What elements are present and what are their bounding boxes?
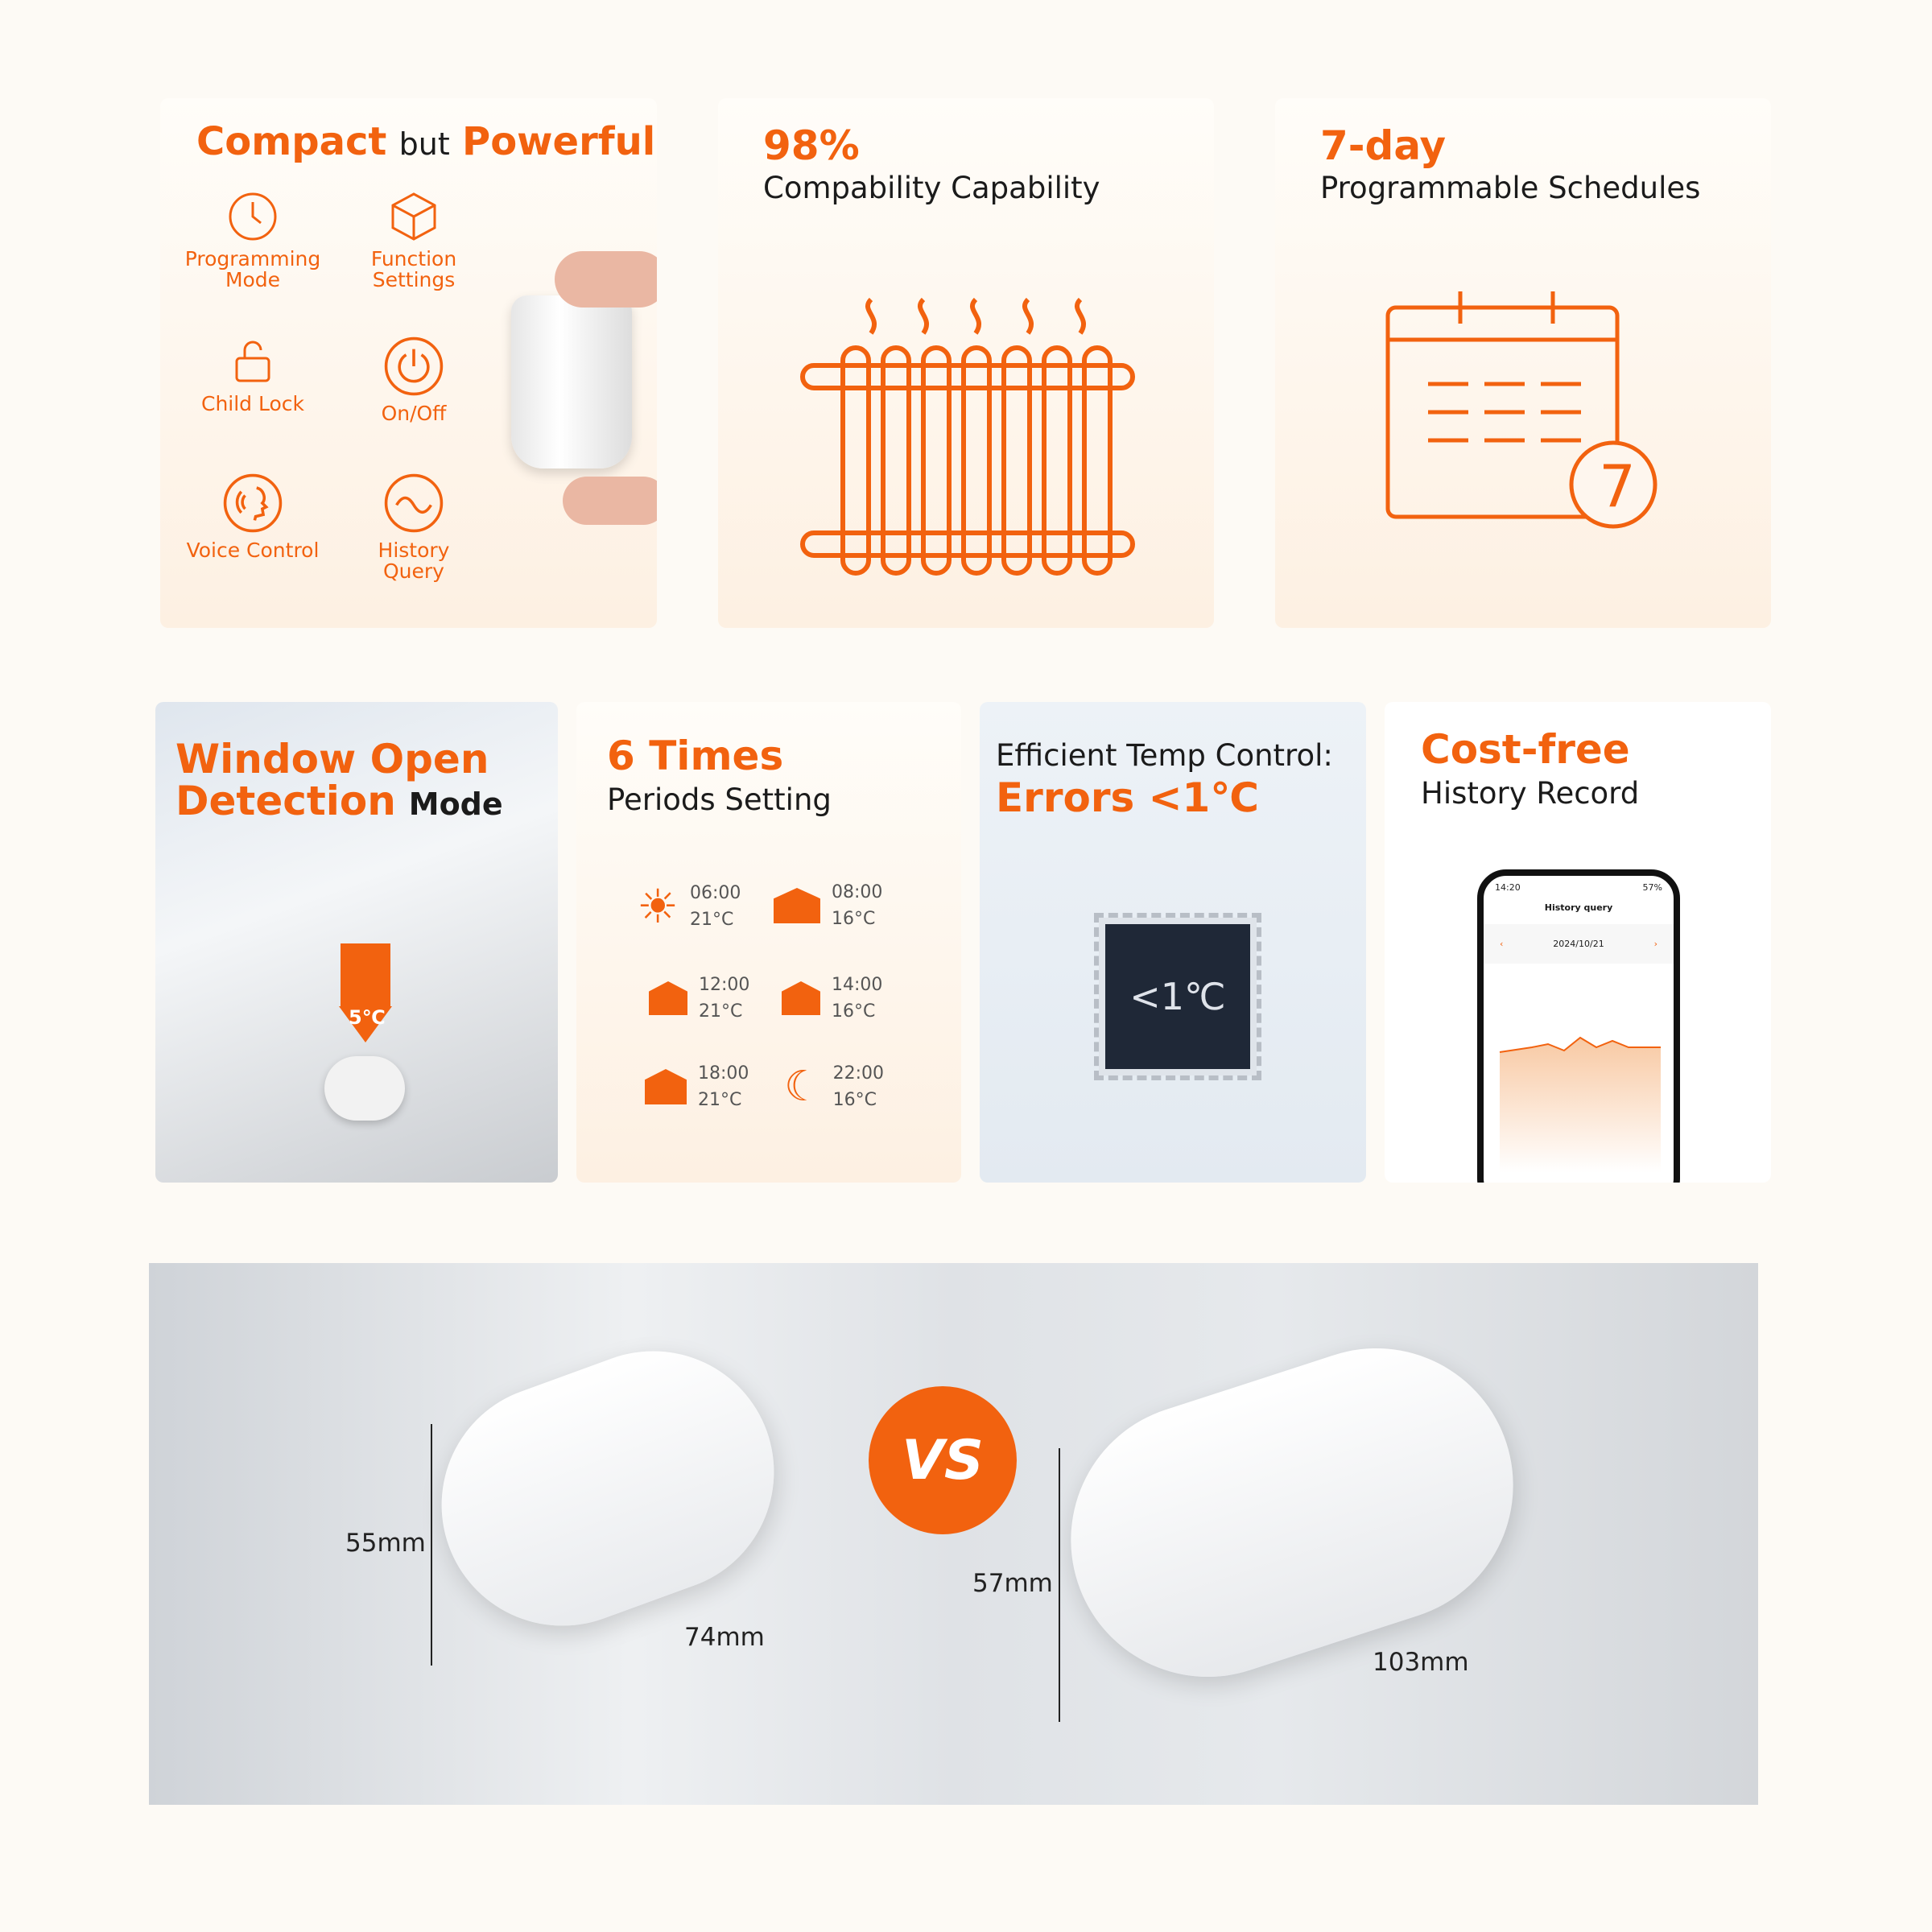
period-time: 14:00: [832, 975, 883, 995]
left-length: 74mm: [684, 1623, 765, 1652]
title-b: Detection: [175, 778, 396, 824]
period-temp: 21°C: [690, 910, 734, 930]
phone-date: 2024/10/21: [1553, 939, 1604, 949]
thermostat-image: [324, 1056, 405, 1121]
wave-icon: [384, 473, 444, 533]
title-c: Powerful: [462, 119, 656, 164]
left-height: 55mm: [345, 1529, 426, 1558]
period-time: 18:00: [698, 1063, 749, 1084]
feature-child-lock: Child Lock: [176, 336, 329, 415]
feature-label: On/Off: [381, 402, 447, 425]
temp-control-card: Efficient Temp Control: Errors <1℃ <1℃: [980, 702, 1366, 1183]
feature-label: Voice Control: [186, 539, 320, 562]
feature-function: Function Settings: [345, 191, 482, 291]
period-item: 08:00 16°C: [774, 879, 882, 932]
lock-icon: [235, 341, 270, 382]
prev-date-button[interactable]: ‹: [1500, 939, 1503, 949]
period-item: 14:00 16°C: [782, 972, 882, 1025]
window-temp: 5℃: [349, 1006, 386, 1029]
return-home-icon: [645, 1069, 687, 1104]
phone-title: History query: [1544, 902, 1613, 913]
schedule-card: 7-day Programmable Schedules 7: [1275, 98, 1771, 628]
compact-card: Compact but Powerful Programming Mode Fu…: [160, 98, 657, 628]
temp-label: Efficient Temp Control:: [996, 738, 1333, 773]
right-length: 103mm: [1373, 1648, 1469, 1677]
vs-badge: VS: [869, 1386, 1017, 1534]
title-c: Mode: [408, 786, 503, 822]
next-date-button[interactable]: ›: [1654, 939, 1657, 949]
history-label: History Record: [1421, 776, 1640, 811]
period-time: 22:00: [832, 1063, 885, 1084]
phone-battery: 57%: [1642, 882, 1662, 893]
period-temp: 16°C: [832, 909, 876, 929]
title-a: Window Open: [175, 736, 489, 782]
voice-icon: [223, 473, 283, 533]
title-a: Compact: [196, 119, 387, 164]
comparison-panel: 55mm 74mm 57mm 103mm VS: [149, 1263, 1758, 1805]
feature-voice: Voice Control: [176, 473, 329, 561]
thermostat-left: [407, 1317, 808, 1660]
radiator-icon: [800, 297, 1135, 576]
clock-icon: [229, 192, 277, 241]
compat-value: 98%: [763, 122, 860, 169]
finger: [555, 251, 657, 308]
feature-history: History Query: [345, 473, 482, 583]
feature-label: Child Lock: [200, 392, 304, 415]
moon-icon: ☾: [784, 1063, 822, 1111]
sun-icon: ☀: [637, 879, 679, 934]
phone-time: 14:20: [1495, 882, 1521, 893]
temp-value: Errors <1℃: [996, 774, 1259, 821]
feature-label: History Query: [378, 539, 450, 584]
period-item: 12:00 21°C: [649, 972, 749, 1025]
title-b: but: [398, 126, 450, 162]
period-item: ☾ 22:00 16°C: [784, 1060, 884, 1113]
history-value: Cost-free: [1421, 726, 1630, 773]
leave-home-icon: [774, 888, 820, 923]
feature-label: Programming Mode: [184, 247, 321, 292]
right-height: 57mm: [972, 1569, 1053, 1598]
lunch-leave-icon: [782, 981, 820, 1015]
down-arrow-icon: [341, 943, 390, 1008]
compatibility-card: 98% Compability Capability: [718, 98, 1214, 628]
feature-programming: Programming Mode: [176, 191, 329, 291]
cube-icon: [391, 192, 436, 241]
periods-label: Periods Setting: [607, 782, 832, 817]
compact-title: Compact but Powerful: [196, 119, 655, 164]
thermostat-right: [1035, 1312, 1549, 1713]
chip: <1℃: [1094, 913, 1261, 1080]
period-time: 08:00: [832, 882, 883, 902]
power-icon: [384, 336, 444, 396]
dim-line-left-height: [431, 1424, 432, 1666]
schedule-label: Programmable Schedules: [1320, 171, 1701, 205]
calendar-badge: 7: [1599, 452, 1636, 520]
schedule-value: 7-day: [1320, 122, 1447, 169]
thermostat-image: [511, 295, 632, 469]
finger: [563, 477, 657, 525]
lunch-home-icon: [649, 981, 687, 1015]
history-chart: [1499, 1036, 1661, 1173]
period-temp: 16°C: [832, 1090, 877, 1110]
window-title: Window Open Detection Mode: [175, 738, 503, 825]
dim-line-right-height: [1059, 1448, 1060, 1722]
periods-value: 6 Times: [607, 733, 784, 779]
feature-label: Function Settings: [370, 247, 457, 292]
compat-label: Compability Capability: [763, 171, 1100, 205]
phone: 14:20 57% History query ‹ 2024/10/21 ›: [1477, 869, 1680, 1183]
periods-card: 6 Times Periods Setting ☀ 06:00 21°C 08:00…: [576, 702, 961, 1183]
period-time: 12:00: [699, 975, 750, 995]
period-time: 06:00: [690, 883, 741, 903]
period-temp: 16°C: [832, 1001, 876, 1022]
history-card: Cost-free History Record 14:20 57% Histor…: [1385, 702, 1771, 1183]
period-item: ☀ 06:00 21°C: [637, 879, 741, 934]
period-item: 18:00 21°C: [645, 1060, 749, 1113]
feature-onoff: On/Off: [345, 336, 482, 424]
window-card: Window Open Detection Mode 5℃: [155, 702, 558, 1183]
period-temp: 21°C: [699, 1001, 743, 1022]
period-temp: 21°C: [698, 1090, 742, 1110]
